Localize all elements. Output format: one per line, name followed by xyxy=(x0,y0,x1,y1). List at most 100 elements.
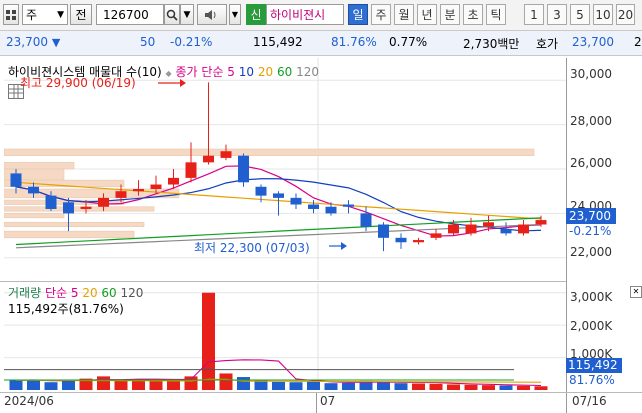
price-chart[interactable]: 하이비젼시스템 매물대 수(10) ◆ 종가 단순 5 10 20 60 120… xyxy=(3,58,566,280)
legend-ma10: 10 xyxy=(238,65,255,79)
volume-bar xyxy=(429,383,443,390)
legend-ma120: 120 xyxy=(296,65,320,79)
change-value: 50 xyxy=(140,35,156,49)
volume-bar xyxy=(272,381,285,390)
interval-tab[interactable]: 1 xyxy=(524,4,544,25)
price-tick: 22,000 xyxy=(570,245,612,259)
speaker-dropdown-icon[interactable]: ▼ xyxy=(229,4,241,25)
volume-bar xyxy=(202,292,215,390)
market-select-value: 주 xyxy=(26,8,38,22)
volume-bar xyxy=(289,382,303,390)
down-arrow-icon: ▼ xyxy=(51,36,61,49)
date-label-left: 2024/06 xyxy=(4,394,54,408)
price-value: 23,700 xyxy=(6,35,48,49)
ask-label: 호가 xyxy=(536,37,559,51)
candle-body xyxy=(308,204,319,209)
high-annotation: 최고 29,900 (06/19) xyxy=(20,76,136,90)
trade-amount: 2,730백만 xyxy=(463,37,520,51)
period-tab[interactable]: 분 xyxy=(440,4,460,25)
code-dropdown-icon[interactable]: ▼ xyxy=(180,4,194,25)
code-input[interactable]: 126700 xyxy=(96,4,164,25)
candle-body xyxy=(28,186,39,194)
low-annotation: 최저 22,300 (07/03) xyxy=(194,241,310,255)
axis-corner xyxy=(566,393,567,413)
candle-body xyxy=(465,224,477,234)
volume-profile-bar xyxy=(3,221,145,228)
search-icon[interactable] xyxy=(164,4,180,25)
candle-body xyxy=(238,155,249,183)
price-tick: 30,000 xyxy=(570,67,612,81)
volume-bar xyxy=(9,380,23,390)
volume-profile-bar xyxy=(3,230,135,239)
market-select[interactable]: 주 ▼ xyxy=(22,4,68,25)
period-tab[interactable]: 일 xyxy=(348,4,368,25)
low-arrow-head xyxy=(341,242,347,250)
candle-body xyxy=(203,155,214,163)
candle-body xyxy=(500,228,512,234)
current-volume-pct: 81.76% xyxy=(569,373,615,387)
grid-menu-icon[interactable] xyxy=(3,4,19,25)
chevron-down-icon: ◆ xyxy=(165,69,172,78)
candle-body xyxy=(518,224,529,234)
date-label-right: 07/16 xyxy=(572,394,607,408)
volume-value: 115,492 xyxy=(253,35,303,49)
close-pane-icon[interactable]: ✕ xyxy=(630,286,642,298)
volume-current: 115,492주(81.76%) xyxy=(8,302,124,316)
volume-profile-bar xyxy=(3,213,65,219)
interval-tab[interactable]: 3 xyxy=(547,4,567,25)
candle-body xyxy=(395,237,407,243)
volume-tick: 3,000K xyxy=(570,290,613,304)
chevron-down-icon: ▼ xyxy=(57,9,64,20)
volume-bar xyxy=(394,383,408,390)
candle-body xyxy=(168,177,179,185)
candle-body xyxy=(98,197,109,207)
interval-tab[interactable]: 20 xyxy=(616,4,635,25)
candle-body xyxy=(360,213,372,227)
volume-bar xyxy=(184,376,198,390)
volume-bar xyxy=(237,377,250,390)
volume-bar xyxy=(132,380,145,390)
volume-profile-bar xyxy=(3,162,75,170)
period-tab[interactable]: 주 xyxy=(371,4,391,25)
volume-bar xyxy=(62,380,75,390)
current-price-badge: 23,700 xyxy=(566,208,616,224)
volume-profile-bar xyxy=(3,148,535,156)
candle-body xyxy=(378,224,389,238)
candle-body xyxy=(483,222,494,227)
candle-body xyxy=(220,151,232,158)
interval-tab[interactable]: 10 xyxy=(593,4,613,25)
interval-tab[interactable]: 5 xyxy=(570,4,590,25)
stock-name-field[interactable]: 하이비젼시 xyxy=(266,4,344,25)
current-price: 23,700 ▼ xyxy=(6,35,60,49)
candle-body xyxy=(133,188,144,192)
ask-price: 23,700 xyxy=(572,35,614,49)
pane-divider[interactable] xyxy=(0,281,566,282)
volume-ratio: 81.76% xyxy=(331,35,377,49)
period-tab[interactable]: 초 xyxy=(463,4,483,25)
candle-body xyxy=(290,197,302,205)
candle-body xyxy=(80,206,92,209)
volume-bar xyxy=(44,382,58,390)
axis-line xyxy=(566,58,567,392)
volume-bar xyxy=(27,379,40,390)
candle-body xyxy=(273,193,284,198)
price-axis: 30,000 28,000 26,000 24,000 22,000 23,70… xyxy=(566,58,642,392)
volume-chart[interactable]: 거래량 단순 5 20 60 120 115,492주(81.76%) xyxy=(4,283,566,390)
candle-body xyxy=(343,204,354,207)
volume-legend: 거래량 단순 5 20 60 120 xyxy=(8,284,143,301)
candle-body xyxy=(115,191,127,198)
change-pct: -0.21% xyxy=(170,35,213,49)
volume-ma60: 60 xyxy=(101,286,117,300)
mode-button[interactable]: 전 xyxy=(70,4,92,25)
candle-body xyxy=(150,184,162,189)
volume-tick: 2,000K xyxy=(570,319,613,333)
candle-body xyxy=(10,173,22,187)
period-tab[interactable]: 틱 xyxy=(486,4,506,25)
volume-bar xyxy=(219,373,233,390)
candle-body xyxy=(63,202,74,214)
period-tab[interactable]: 년 xyxy=(417,4,437,25)
speaker-icon[interactable] xyxy=(197,4,227,25)
price-tick: 26,000 xyxy=(570,156,612,170)
new-badge[interactable]: 신 xyxy=(246,4,266,25)
period-tab[interactable]: 월 xyxy=(394,4,414,25)
